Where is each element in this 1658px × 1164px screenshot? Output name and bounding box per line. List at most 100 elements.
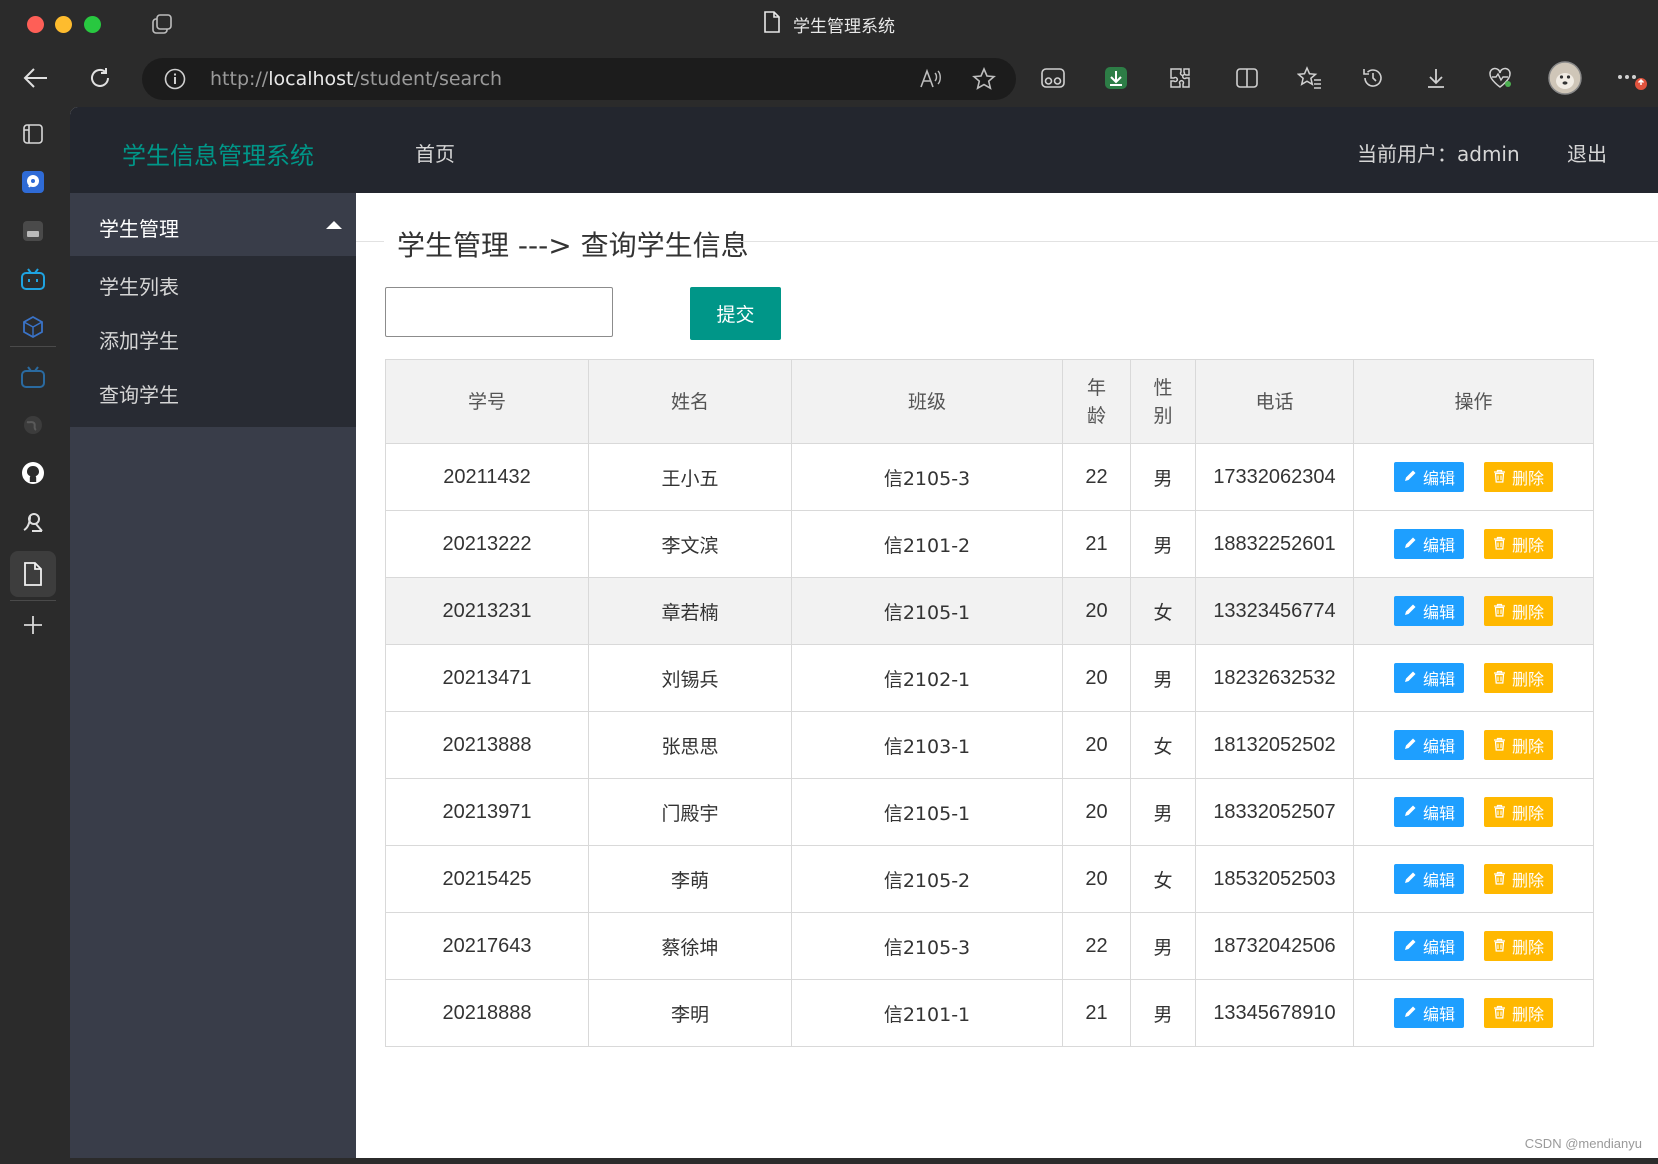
cell-actions: 编辑 删除 [1353,778,1594,846]
pencil-icon [1403,468,1417,487]
tab-panel-icon[interactable] [16,117,50,151]
app-logo[interactable]: 学生信息管理系统 [122,136,314,171]
cell-student-gender: 男 [1130,979,1196,1047]
edit-label: 编辑 [1422,804,1455,823]
cell-student-phone: 18832252601 [1195,510,1354,578]
add-sidebar-app-icon[interactable] [16,608,50,642]
page-document-icon [763,10,781,38]
cube-app-icon[interactable] [16,310,50,344]
column-header-class: 班级 [791,359,1063,444]
notes-app-icon[interactable] [16,214,50,248]
more-menu-icon[interactable] [1612,60,1652,96]
table-row: 20218888 李明 信2101-1 21 男 13345678910 编辑 删除 [385,979,1594,1047]
favorite-star-icon[interactable] [972,66,996,96]
sidebar-item-student-list[interactable]: 学生列表 [99,271,179,300]
main-content: 学生管理 ---> 查询学生信息 提交 学号 姓名 班级 年 龄 性 别 电话 [356,193,1658,1164]
trash-icon [1493,1004,1506,1023]
pencil-icon [1403,535,1417,554]
split-screen-icon[interactable] [1227,60,1267,96]
current-page-icon[interactable] [10,551,56,597]
column-header-age: 年 龄 [1062,359,1131,444]
edit-button[interactable]: 编辑 [1393,730,1464,760]
site-info-icon[interactable] [164,68,186,90]
edit-label: 编辑 [1422,938,1455,957]
delete-label: 删除 [1512,469,1545,488]
table-row: 20215425 李萌 信2105-2 20 女 18532052503 编辑 删除 [385,845,1594,913]
edit-button[interactable]: 编辑 [1393,797,1464,827]
table-header-row: 学号 姓名 班级 年 龄 性 别 电话 操作 [385,359,1594,444]
cell-student-class: 信2105-1 [791,778,1063,846]
bilibili-app-icon[interactable] [16,262,50,296]
edit-label: 编辑 [1422,737,1455,756]
delete-button[interactable]: 删除 [1484,797,1554,827]
edit-button[interactable]: 编辑 [1393,864,1464,894]
edit-button[interactable]: 编辑 [1393,663,1464,693]
tab-title: 学生管理系统 [793,16,895,37]
delete-label: 删除 [1512,670,1545,689]
delete-label: 删除 [1512,536,1545,555]
extension-glasses-icon[interactable] [1033,60,1073,96]
extensions-puzzle-icon[interactable] [1160,60,1200,96]
sidebar-group-student-management[interactable]: 学生管理 [70,193,356,256]
cell-student-age: 20 [1062,711,1131,779]
table-row: 20213222 李文滨 信2101-2 21 男 18832252601 编辑 删除 [385,510,1594,578]
extension-download-icon[interactable] [1096,60,1136,96]
delete-button[interactable]: 删除 [1484,998,1554,1028]
nav-home-link[interactable]: 首页 [415,138,455,167]
app-sidebar: 学生管理 学生列表 添加学生 查询学生 [70,193,356,1164]
reload-button[interactable] [80,60,120,96]
column-header-id: 学号 [385,359,589,444]
cell-student-name: 蔡徐坤 [588,912,792,980]
performance-heart-icon[interactable] [1480,60,1520,96]
cell-student-name: 李明 [588,979,792,1047]
downloads-icon[interactable] [1416,60,1456,96]
delete-button[interactable]: 删除 [1484,864,1554,894]
cell-actions: 编辑 删除 [1353,912,1594,980]
tv-app-icon[interactable] [16,360,50,394]
delete-button[interactable]: 删除 [1484,931,1554,961]
globe-icon[interactable] [16,408,50,442]
edit-button[interactable]: 编辑 [1393,998,1464,1028]
cell-student-phone: 13345678910 [1195,979,1354,1047]
cell-student-age: 21 [1062,510,1131,578]
search-input[interactable] [385,287,613,337]
cell-student-name: 李文滨 [588,510,792,578]
pencil-icon [1403,1004,1417,1023]
sidebar-submenu: 学生列表 添加学生 查询学生 [70,256,356,427]
edit-label: 编辑 [1422,871,1455,890]
sidebar-item-add-student[interactable]: 添加学生 [99,325,179,354]
cell-student-name: 刘锡兵 [588,644,792,712]
cell-student-class: 信2101-1 [791,979,1063,1047]
github-icon[interactable] [16,456,50,490]
app-header: 学生信息管理系统 首页 当前用户：admin 退出 [70,107,1658,193]
delete-button[interactable]: 删除 [1484,462,1554,492]
messenger-app-icon[interactable] [16,165,50,199]
cell-student-age: 21 [1062,979,1131,1047]
delete-button[interactable]: 删除 [1484,529,1554,559]
edit-button[interactable]: 编辑 [1393,931,1464,961]
delete-button[interactable]: 删除 [1484,730,1554,760]
edit-button[interactable]: 编辑 [1393,596,1464,626]
translate-app-icon[interactable] [16,504,50,538]
read-aloud-icon[interactable] [918,67,942,96]
history-icon[interactable] [1353,60,1393,96]
edit-button[interactable]: 编辑 [1393,462,1464,492]
profile-avatar[interactable] [1545,60,1585,96]
edit-button[interactable]: 编辑 [1393,529,1464,559]
back-button[interactable] [16,60,56,96]
edit-label: 编辑 [1422,1005,1455,1024]
title-bar: 学生管理系统 [0,0,1658,48]
logout-link[interactable]: 退出 [1567,138,1607,167]
cell-actions: 编辑 删除 [1353,979,1594,1047]
url-scheme: http:// [210,68,269,90]
delete-button[interactable]: 删除 [1484,663,1554,693]
address-bar[interactable]: http://localhost/student/search [142,58,1016,100]
favorites-icon[interactable] [1290,60,1330,96]
sidebar-item-search-student[interactable]: 查询学生 [99,379,179,408]
table-row: 20213231 章若楠 信2105-1 20 女 13323456774 编辑 删除 [385,577,1594,645]
cell-student-gender: 男 [1130,443,1196,511]
submit-button[interactable]: 提交 [690,287,781,340]
delete-button[interactable]: 删除 [1484,596,1554,626]
pencil-icon [1403,602,1417,621]
url-path: /student/search [353,68,503,90]
